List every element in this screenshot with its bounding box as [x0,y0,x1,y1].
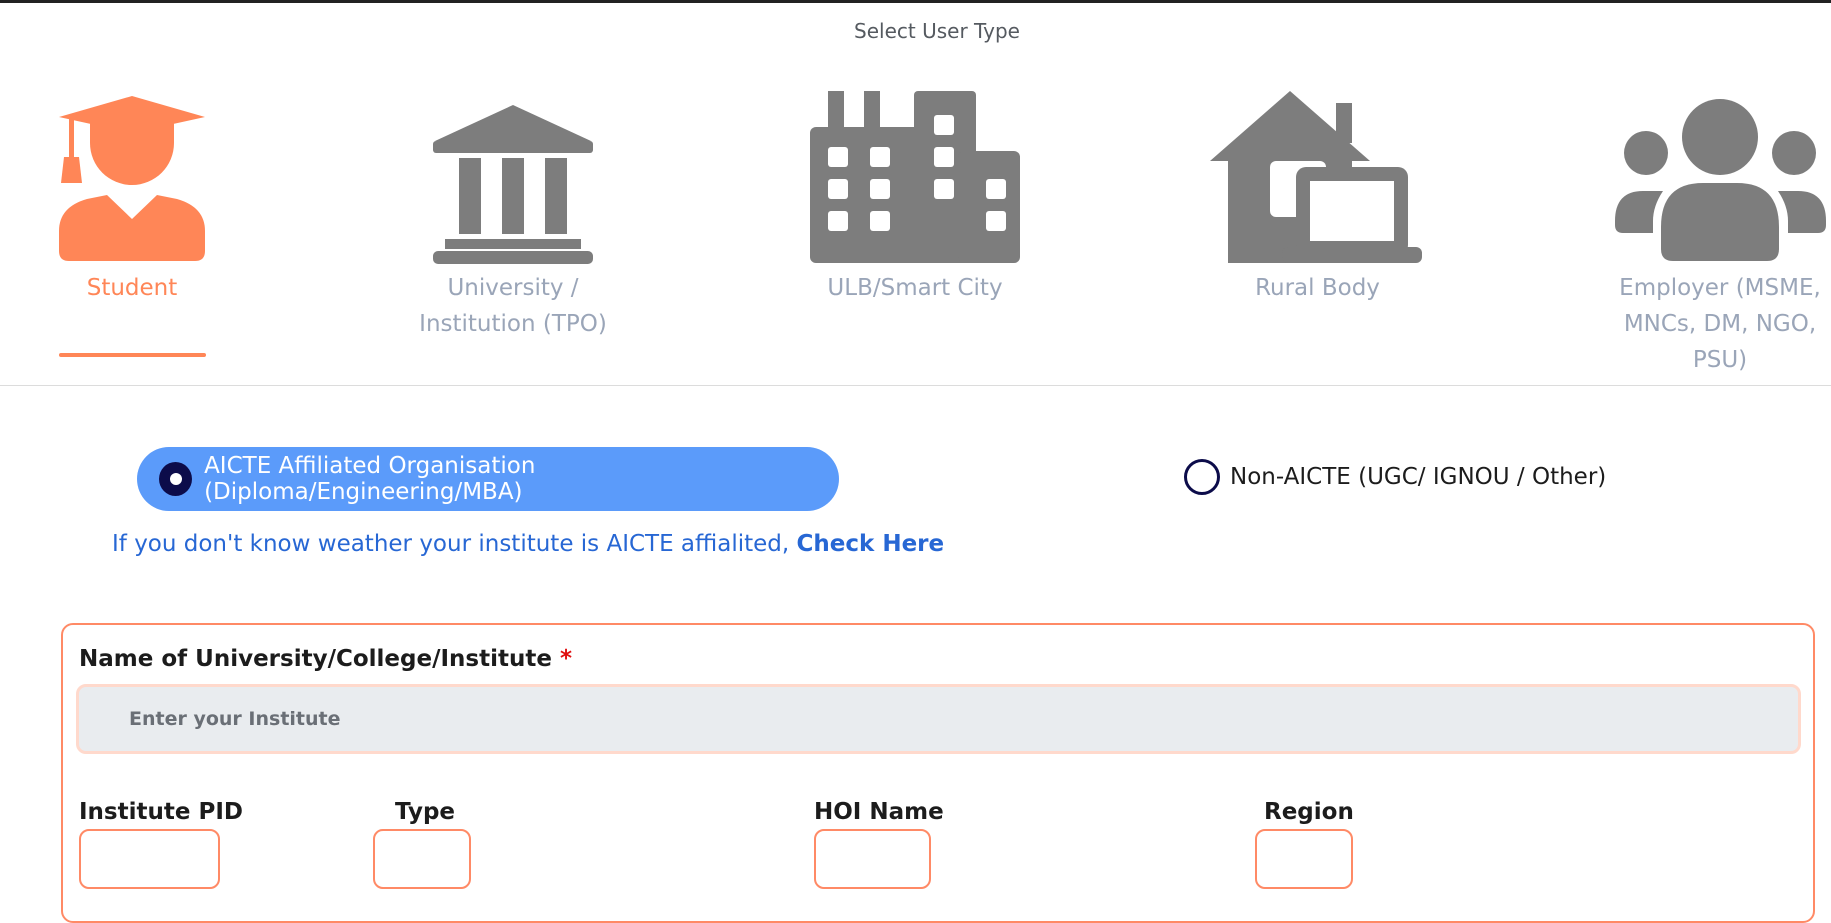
aicte-radio-label: AICTE Affiliated Organisation (Diploma/E… [204,453,536,505]
graduate-icon [59,96,205,261]
institute-name-input[interactable] [76,684,1801,754]
user-type-label: Employer (MSME, MNCs, DM, NGO, PSU) [1619,275,1821,373]
radio-unselected-icon [1184,459,1220,495]
region-field[interactable] [1255,829,1353,889]
type-field[interactable] [373,829,471,889]
city-buildings-icon [809,91,1020,263]
non-aicte-radio[interactable]: Non-AICTE (UGC/ IGNOU / Other) [1184,459,1606,495]
institute-name-label-text: Name of University/College/Institute [79,646,552,672]
institution-building-icon [432,105,593,264]
non-aicte-radio-label: Non-AICTE (UGC/ IGNOU / Other) [1230,464,1607,490]
user-type-label: ULB/Smart City [827,275,1003,301]
user-type-rural-body[interactable]: Rural Body [1210,91,1425,306]
hoi-name-label: HOI Name [814,799,944,825]
user-type-student[interactable]: Student [46,91,218,306]
tabs-divider [0,385,1831,386]
aicte-hint: If you don't know weather your institute… [112,531,944,557]
aicte-affiliated-radio[interactable]: AICTE Affiliated Organisation (Diploma/E… [137,447,839,511]
house-laptop-icon [1210,91,1422,263]
check-here-link[interactable]: Check Here [797,531,945,557]
region-label: Region [1264,799,1354,825]
hoi-name-field[interactable] [814,829,931,889]
active-tab-indicator [59,353,206,357]
user-type-label: Rural Body [1255,275,1380,301]
type-label: Type [395,799,456,825]
institute-name-label: Name of University/College/Institute * [79,646,572,672]
radio-selected-icon [159,462,193,496]
required-marker: * [559,646,573,672]
user-type-label: Student [86,275,178,301]
institute-pid-label: Institute PID [79,799,243,825]
user-type-employer[interactable]: Employer (MSME, MNCs, DM, NGO, PSU) [1605,91,1831,378]
people-group-icon [1614,99,1826,261]
select-user-type-title: Select User Type [854,19,1020,43]
user-type-label: University / Institution (TPO) [419,275,607,337]
institute-pid-field[interactable] [79,829,220,889]
user-type-university[interactable]: University / Institution (TPO) [408,91,618,342]
user-type-ulb-smart-city[interactable]: ULB/Smart City [790,91,1040,306]
aicte-hint-text: If you don't know weather your institute… [112,531,797,557]
